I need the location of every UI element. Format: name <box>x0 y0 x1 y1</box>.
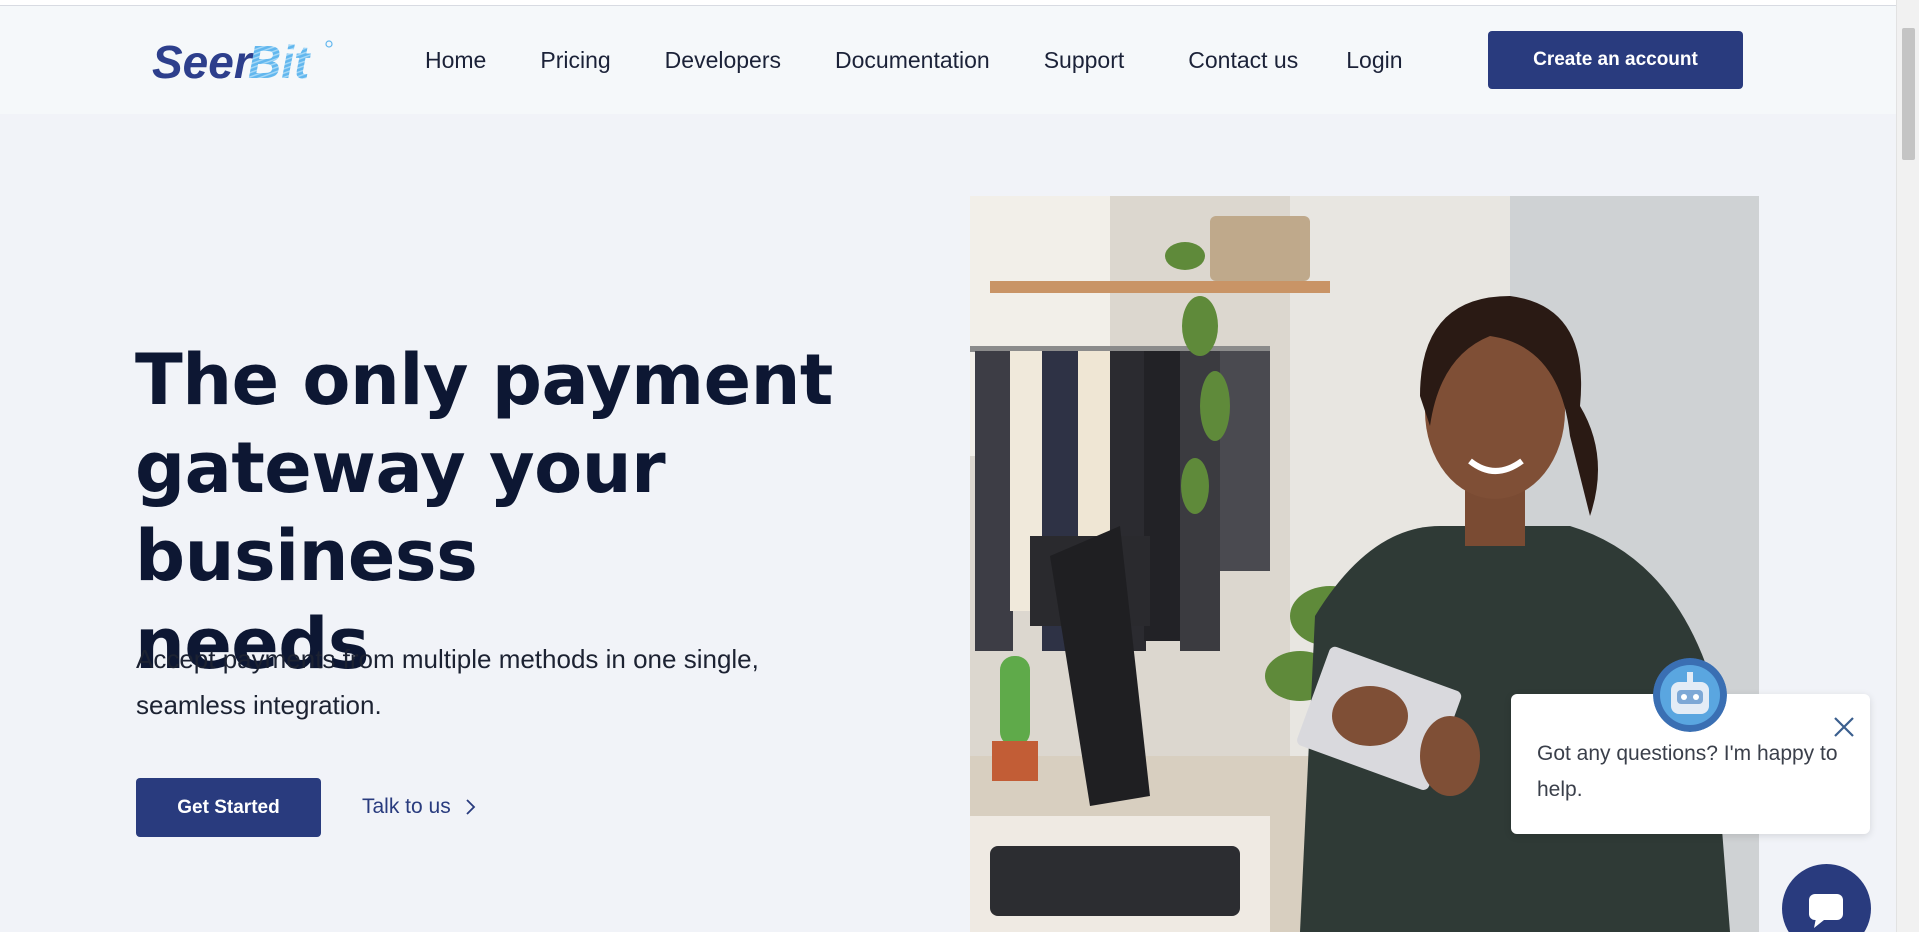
nav-contact-us[interactable]: Contact us <box>1188 47 1298 74</box>
nav-developers[interactable]: Developers <box>665 47 781 74</box>
scrollbar-thumb[interactable] <box>1902 28 1915 160</box>
talk-to-us-label: Talk to us <box>362 795 451 818</box>
chat-message: Got any questions? I'm happy to help. <box>1537 736 1857 808</box>
robot-avatar-icon <box>1653 658 1727 732</box>
seerbit-logo[interactable]: Seer Bit <box>150 36 335 88</box>
site-header: Seer Bit Home Pricing Developers Documen… <box>0 6 1896 114</box>
hero-subtitle: Accept payments from multiple methods in… <box>136 636 836 728</box>
create-account-button[interactable]: Create an account <box>1488 31 1743 89</box>
main-nav: Home Pricing Developers Documentation Su… <box>425 6 1403 114</box>
hero-title-line: The only payment <box>135 339 833 421</box>
hero-subtitle-line: seamless integration. <box>136 690 382 720</box>
get-started-button[interactable]: Get Started <box>136 778 321 837</box>
nav-login[interactable]: Login <box>1346 47 1402 74</box>
hero-subtitle-line: Accept payments from multiple methods in… <box>136 644 759 674</box>
chevron-right-icon <box>466 799 475 815</box>
nav-support[interactable]: Support <box>1044 47 1125 74</box>
nav-documentation[interactable]: Documentation <box>835 47 990 74</box>
nav-home[interactable]: Home <box>425 47 486 74</box>
hero-title-line: gateway your business <box>135 427 666 597</box>
page-scrollbar[interactable] <box>1896 0 1919 932</box>
svg-text:Seer: Seer <box>152 36 254 88</box>
talk-to-us-link[interactable]: Talk to us <box>362 792 477 822</box>
chat-message-line: help. <box>1537 778 1583 801</box>
chat-launcher-button[interactable] <box>1782 864 1871 932</box>
nav-pricing[interactable]: Pricing <box>540 47 610 74</box>
chat-message-line: Got any questions? I'm happy to <box>1537 742 1838 765</box>
svg-text:Bit: Bit <box>248 36 311 88</box>
chat-bubble-icon <box>1809 894 1843 928</box>
